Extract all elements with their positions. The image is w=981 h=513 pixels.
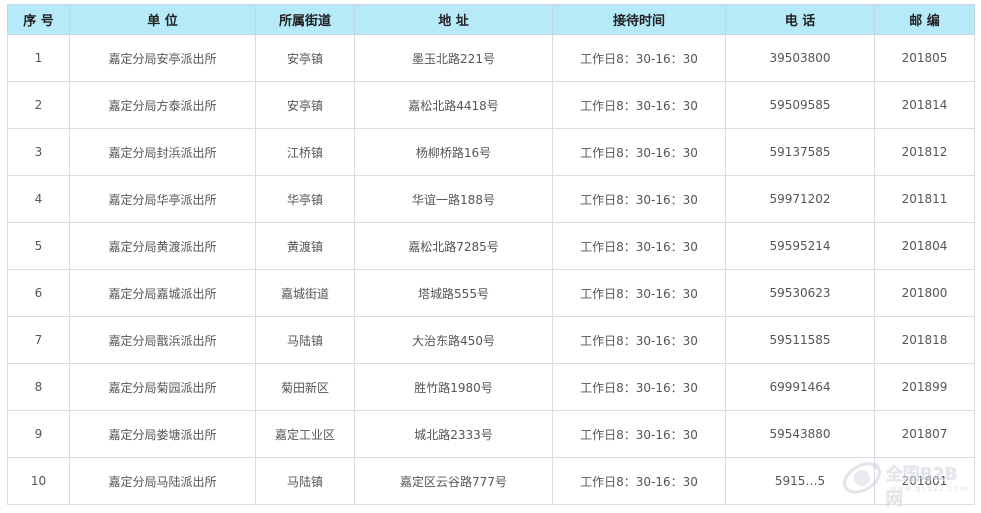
cell-reception-time: 工作日8：30-16：30: [552, 269, 726, 317]
header-index: 序 号: [7, 4, 70, 35]
cell-unit: 嘉定分局封浜派出所: [69, 128, 256, 176]
cell-street: 江桥镇: [255, 128, 355, 176]
cell-unit: 嘉定分局娄塘派出所: [69, 410, 256, 458]
cell-phone: 59530623: [725, 269, 875, 317]
cell-phone: 59137585: [725, 128, 875, 176]
police-station-table-container: 序 号 单 位 所属街道 地 址 接待时间 电 话 邮 编 1 嘉定分局安亭派出所…: [7, 4, 975, 505]
cell-phone: 5915…5: [725, 457, 875, 505]
cell-address: 塔城路555号: [354, 269, 553, 317]
cell-phone: 59595214: [725, 222, 875, 270]
cell-index: 2: [7, 81, 70, 129]
cell-address: 墨玉北路221号: [354, 34, 553, 82]
cell-reception-time: 工作日8：30-16：30: [552, 222, 726, 270]
cell-address: 胜竹路1980号: [354, 363, 553, 411]
cell-street: 马陆镇: [255, 316, 355, 364]
cell-postcode: 201814: [874, 81, 975, 129]
cell-index: 8: [7, 363, 70, 411]
cell-unit: 嘉定分局戬浜派出所: [69, 316, 256, 364]
cell-postcode: 201801: [874, 457, 975, 505]
cell-phone: 39503800: [725, 34, 875, 82]
cell-postcode: 201812: [874, 128, 975, 176]
table-row: 1 嘉定分局安亭派出所 安亭镇 墨玉北路221号 工作日8：30-16：30 395038…: [7, 34, 975, 82]
cell-street: 嘉定工业区: [255, 410, 355, 458]
cell-address: 城北路2333号: [354, 410, 553, 458]
cell-unit: 嘉定分局黄渡派出所: [69, 222, 256, 270]
cell-street: 安亭镇: [255, 34, 355, 82]
cell-street: 嘉城街道: [255, 269, 355, 317]
cell-reception-time: 工作日8：30-16：30: [552, 363, 726, 411]
cell-phone: 59543880: [725, 410, 875, 458]
table-header-row: 序 号 单 位 所属街道 地 址 接待时间 电 话 邮 编: [7, 4, 975, 35]
cell-postcode: 201805: [874, 34, 975, 82]
cell-index: 4: [7, 175, 70, 223]
header-postcode: 邮 编: [874, 4, 975, 35]
table-body: 1 嘉定分局安亭派出所 安亭镇 墨玉北路221号 工作日8：30-16：30 395038…: [7, 34, 975, 505]
cell-phone: 59511585: [725, 316, 875, 364]
cell-postcode: 201800: [874, 269, 975, 317]
cell-index: 1: [7, 34, 70, 82]
table-row: 5 嘉定分局黄渡派出所 黄渡镇 嘉松北路7285号 工作日8：30-16：30 59595…: [7, 222, 975, 270]
cell-reception-time: 工作日8：30-16：30: [552, 457, 726, 505]
table-row: 9 嘉定分局娄塘派出所 嘉定工业区 城北路2333号 工作日8：30-16：30 5954…: [7, 410, 975, 458]
cell-index: 7: [7, 316, 70, 364]
cell-address: 华谊一路188号: [354, 175, 553, 223]
table-row: 6 嘉定分局嘉城派出所 嘉城街道 塔城路555号 工作日8：30-16：30 595306…: [7, 269, 975, 317]
cell-address: 嘉松北路7285号: [354, 222, 553, 270]
cell-postcode: 201818: [874, 316, 975, 364]
header-reception-time: 接待时间: [552, 4, 726, 35]
header-address: 地 址: [354, 4, 553, 35]
table-row: 3 嘉定分局封浜派出所 江桥镇 杨柳桥路16号 工作日8：30-16：30 5913758…: [7, 128, 975, 176]
cell-unit: 嘉定分局菊园派出所: [69, 363, 256, 411]
cell-street: 菊田新区: [255, 363, 355, 411]
cell-postcode: 201807: [874, 410, 975, 458]
header-phone: 电 话: [725, 4, 875, 35]
cell-unit: 嘉定分局安亭派出所: [69, 34, 256, 82]
cell-phone: 69991464: [725, 363, 875, 411]
cell-unit: 嘉定分局方泰派出所: [69, 81, 256, 129]
cell-reception-time: 工作日8：30-16：30: [552, 316, 726, 364]
cell-unit: 嘉定分局马陆派出所: [69, 457, 256, 505]
cell-postcode: 201899: [874, 363, 975, 411]
table-row: 10 嘉定分局马陆派出所 马陆镇 嘉定区云谷路777号 工作日8：30-16：30 591…: [7, 457, 975, 505]
cell-reception-time: 工作日8：30-16：30: [552, 128, 726, 176]
cell-street: 安亭镇: [255, 81, 355, 129]
police-station-table: 序 号 单 位 所属街道 地 址 接待时间 电 话 邮 编 1 嘉定分局安亭派出所…: [7, 4, 975, 505]
cell-street: 华亭镇: [255, 175, 355, 223]
table-row: 8 嘉定分局菊园派出所 菊田新区 胜竹路1980号 工作日8：30-16：30 69991…: [7, 363, 975, 411]
cell-index: 5: [7, 222, 70, 270]
cell-index: 9: [7, 410, 70, 458]
cell-phone: 59971202: [725, 175, 875, 223]
cell-phone: 59509585: [725, 81, 875, 129]
cell-address: 大治东路450号: [354, 316, 553, 364]
cell-address: 嘉松北路4418号: [354, 81, 553, 129]
cell-index: 10: [7, 457, 70, 505]
cell-index: 3: [7, 128, 70, 176]
cell-reception-time: 工作日8：30-16：30: [552, 410, 726, 458]
cell-address: 杨柳桥路16号: [354, 128, 553, 176]
cell-postcode: 201804: [874, 222, 975, 270]
table-row: 2 嘉定分局方泰派出所 安亭镇 嘉松北路4418号 工作日8：30-16：30 59509…: [7, 81, 975, 129]
cell-unit: 嘉定分局嘉城派出所: [69, 269, 256, 317]
cell-postcode: 201811: [874, 175, 975, 223]
cell-reception-time: 工作日8：30-16：30: [552, 175, 726, 223]
cell-address: 嘉定区云谷路777号: [354, 457, 553, 505]
cell-reception-time: 工作日8：30-16：30: [552, 34, 726, 82]
header-unit: 单 位: [69, 4, 256, 35]
cell-street: 黄渡镇: [255, 222, 355, 270]
cell-index: 6: [7, 269, 70, 317]
header-street: 所属街道: [255, 4, 355, 35]
cell-unit: 嘉定分局华亭派出所: [69, 175, 256, 223]
table-row: 4 嘉定分局华亭派出所 华亭镇 华谊一路188号 工作日8：30-16：30 599712…: [7, 175, 975, 223]
cell-street: 马陆镇: [255, 457, 355, 505]
cell-reception-time: 工作日8：30-16：30: [552, 81, 726, 129]
table-row: 7 嘉定分局戬浜派出所 马陆镇 大治东路450号 工作日8：30-16：30 595115…: [7, 316, 975, 364]
